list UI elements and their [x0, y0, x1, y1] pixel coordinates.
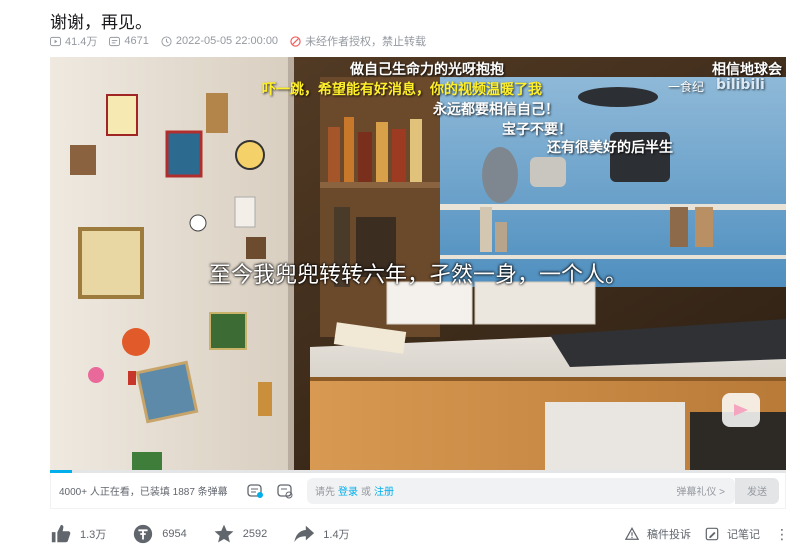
- video-meta: 41.4万 4671 2022-05-05 22:00:00 未经作者授权，禁止…: [50, 33, 438, 49]
- danmaku-bar: 4000+ 人正在看，已装填 1887 条弹幕 请先 登录 或 注册 弹幕礼仪 …: [50, 473, 786, 509]
- danmaku-toggle-button[interactable]: [245, 481, 265, 501]
- danmaku-5: 还有很美好的后半生: [547, 140, 673, 156]
- views-count: 41.4万: [65, 36, 98, 48]
- no-repost-icon: [290, 35, 301, 47]
- like-count: 1.3万: [80, 529, 107, 541]
- video-actions: 1.3万 6954 2592 1.4万 稿件投诉 记笔记 ⋮: [50, 520, 790, 548]
- danmaku-4: 宝子不要！: [502, 122, 572, 138]
- video-subtitle: 至今我兜兜转转六年，孑然一身，一个人。: [208, 263, 627, 288]
- danmaku-6: 相信地球会: [712, 62, 782, 78]
- danmaku-count: 4671: [124, 35, 149, 47]
- coin-count: 6954: [162, 528, 187, 540]
- danmaku-count-icon: [109, 36, 121, 46]
- more-options-icon[interactable]: ⋮: [774, 526, 790, 543]
- clock-icon: [161, 35, 172, 47]
- share-count: 1.4万: [323, 529, 350, 541]
- danmaku-toggle-icon: [247, 483, 263, 498]
- copyright-text: 未经作者授权，禁止转载: [305, 36, 427, 48]
- send-danmaku-button[interactable]: 发送: [735, 477, 779, 504]
- notes-label: 记笔记: [727, 529, 760, 541]
- danmaku-7: 一食纪: [668, 80, 705, 94]
- favorite-button[interactable]: 2592: [213, 523, 267, 545]
- share-button[interactable]: 1.4万: [293, 523, 350, 545]
- danmaku-1: 做自己生命力的光呀抱抱: [350, 62, 504, 78]
- thumbs-up-icon: [51, 524, 71, 543]
- star-icon: [214, 524, 234, 543]
- share-arrow-icon: [294, 525, 315, 543]
- viewer-count-text: 4000+ 人正在看，已装填 1887 条弹幕: [59, 487, 228, 498]
- video-watermark: bilibili: [716, 77, 765, 93]
- or-text: 或: [361, 487, 371, 498]
- favorite-count: 2592: [242, 528, 268, 540]
- copyright-notice: 未经作者授权，禁止转载: [290, 33, 426, 49]
- warning-icon: [625, 527, 639, 540]
- publish-datetime: 2022-05-05 22:00:00: [175, 35, 279, 47]
- video-player[interactable]: 做自己生命力的光呀抱抱 吓一跳，希望能有好消息，你的视频温暖了我 永远都要相信自…: [50, 57, 786, 471]
- play-count-icon: [50, 36, 61, 46]
- publish-time: 2022-05-05 22:00:00: [161, 35, 278, 47]
- coin-button[interactable]: 6954: [132, 523, 187, 545]
- note-icon: [705, 527, 719, 541]
- login-link[interactable]: 登录: [338, 483, 358, 498]
- action-right-group: 稿件投诉 记笔记 ⋮: [625, 526, 790, 543]
- danmaku-settings-icon: [277, 483, 293, 498]
- register-link[interactable]: 注册: [374, 483, 394, 498]
- report-button[interactable]: 稿件投诉: [625, 526, 691, 542]
- like-button[interactable]: 1.3万: [50, 523, 106, 545]
- danmaku-settings-button[interactable]: [275, 481, 295, 501]
- danmaku-input[interactable]: 请先 登录 或 注册 弹幕礼仪 >: [307, 477, 735, 504]
- notes-button[interactable]: 记笔记: [705, 526, 760, 542]
- danmaku-stat: 4671: [109, 35, 149, 47]
- danmaku-etiquette-link[interactable]: 弹幕礼仪 >: [676, 483, 725, 498]
- views-stat: 41.4万: [50, 33, 97, 49]
- coin-icon: [134, 524, 153, 544]
- danmaku-3: 永远都要相信自己！: [433, 102, 559, 118]
- login-prompt: 请先: [315, 487, 335, 498]
- danmaku-2: 吓一跳，希望能有好消息，你的视频温暖了我: [262, 82, 542, 98]
- video-title: 谢谢，再见。: [50, 13, 152, 32]
- report-label: 稿件投诉: [647, 529, 691, 541]
